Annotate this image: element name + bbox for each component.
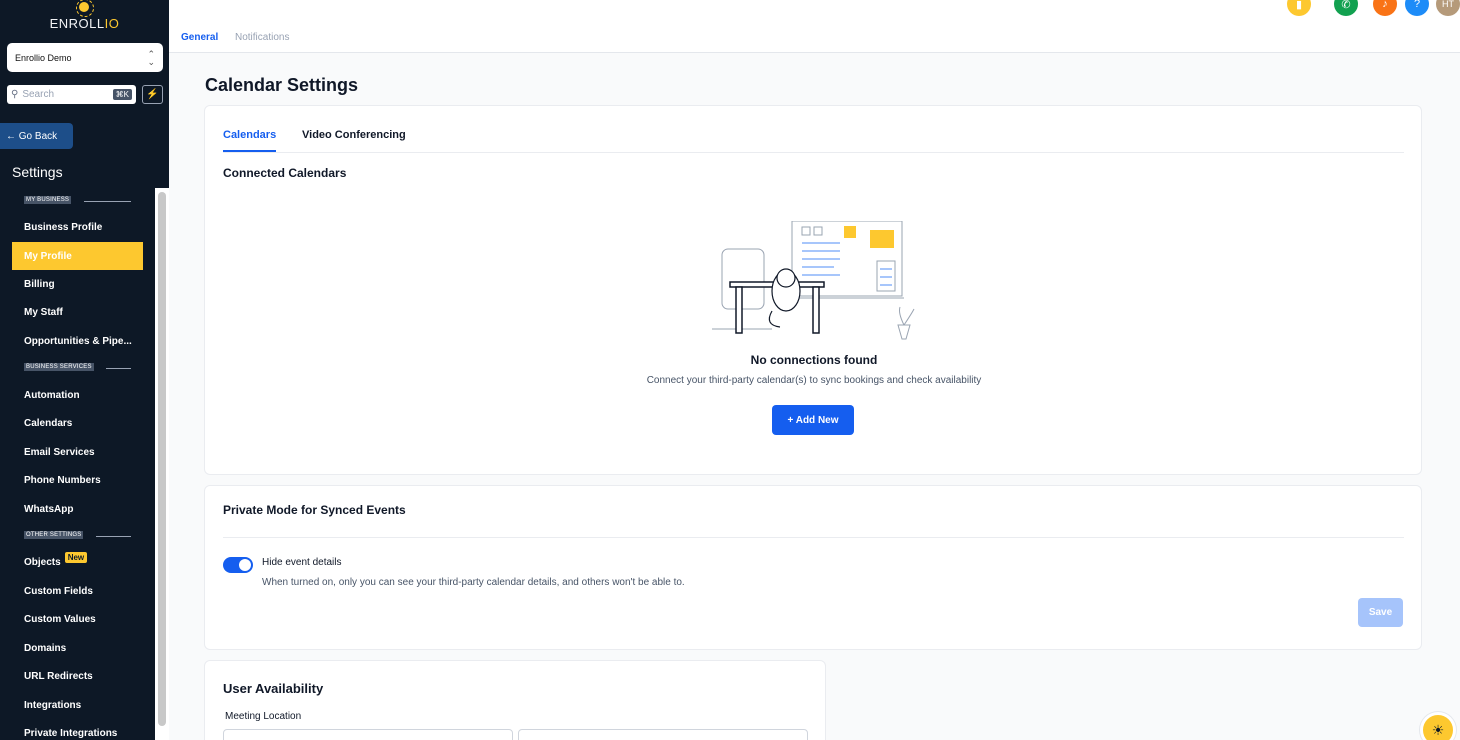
sidebar-item-label: Custom Fields	[24, 585, 93, 597]
sidebar-item-my-staff[interactable]: My Staff	[12, 298, 143, 326]
sidebar-item-label: Calendars	[24, 417, 73, 429]
sidebar-item-url-redirects[interactable]: URL Redirects	[12, 662, 143, 690]
tab-notifications[interactable]: Notifications	[235, 32, 289, 43]
sidebar-title: Settings	[12, 164, 63, 180]
notes-icon[interactable]: ▮	[1287, 0, 1311, 16]
hide-event-details-toggle[interactable]	[223, 557, 253, 573]
divider	[223, 537, 1404, 538]
section-other-settings: OTHER SETTINGS	[24, 531, 84, 539]
sidebar-item-my-profile[interactable]: My Profile	[12, 242, 143, 270]
account-switcher[interactable]: Enrollio Demo ⌃ ⌄	[7, 43, 163, 72]
toggle-description: When turned on, only you can see your th…	[262, 577, 685, 588]
calendar-tabs: Calendars Video Conferencing	[223, 106, 1404, 153]
avatar[interactable]: HT	[1436, 0, 1460, 16]
sidebar-item-private-integrations[interactable]: Private Integrations	[12, 719, 143, 740]
sidebar-item-billing[interactable]: Billing	[12, 270, 143, 298]
sidebar-item-email-services[interactable]: Email Services	[12, 438, 143, 466]
private-mode-heading: Private Mode for Synced Events	[223, 503, 406, 517]
chevron-updown-icon: ⌃ ⌄	[147, 48, 155, 67]
empty-state-description: Connect your third-party calendar(s) to …	[646, 375, 982, 386]
user-availability-card: User Availability Meeting Location	[204, 660, 826, 740]
connected-calendars-heading: Connected Calendars	[223, 166, 347, 180]
section-business-services: BUSINESS SERVICES	[24, 363, 94, 371]
user-availability-heading: User Availability	[223, 681, 324, 696]
sun-icon	[76, 0, 94, 17]
phone-icon[interactable]: ✆	[1334, 0, 1358, 16]
bell-icon[interactable]: ♪	[1373, 0, 1397, 16]
sidebar-item-label: Phone Numbers	[24, 474, 101, 486]
sidebar-item-label: Business Profile	[24, 221, 103, 233]
toggle-label: Hide event details	[262, 557, 342, 568]
account-name: Enrollio Demo	[15, 52, 72, 63]
search-placeholder: Search	[22, 89, 55, 100]
top-tabs: General Notifications	[169, 26, 1460, 53]
calendars-card: Calendars Video Conferencing Connected C…	[204, 105, 1422, 475]
empty-state-illustration	[712, 221, 915, 340]
go-back-button[interactable]: ← Go Back	[0, 123, 73, 149]
quick-action-button[interactable]: ⚡	[142, 85, 163, 104]
sidebar-item-label: Objects	[24, 556, 61, 568]
sidebar-item-domains[interactable]: Domains	[12, 634, 143, 662]
meeting-location-input[interactable]	[518, 729, 808, 740]
divider	[106, 368, 131, 369]
divider	[96, 536, 131, 537]
sidebar-item-label: URL Redirects	[24, 670, 93, 682]
lightbulb-icon: ☀	[1431, 721, 1445, 738]
save-button[interactable]: Save	[1358, 598, 1403, 627]
sidebar-item-opportunities[interactable]: Opportunities & Pipe...	[12, 327, 143, 355]
sidebar-item-objects[interactable]: Objects New	[12, 548, 143, 576]
brand-logo[interactable]: ENROLLIO	[0, 0, 169, 36]
sidebar-item-custom-values[interactable]: Custom Values	[12, 605, 143, 633]
help-icon[interactable]: ?	[1405, 0, 1429, 16]
search-shortcut: ⌘K	[112, 89, 132, 100]
sidebar-item-label: Billing	[24, 278, 55, 290]
search-input[interactable]: ⚲ Search ⌘K	[7, 85, 136, 104]
sidebar-item-label: Email Services	[24, 446, 95, 458]
bolt-icon: ⚡	[146, 89, 159, 100]
sidebar-item-business-profile[interactable]: Business Profile	[12, 213, 143, 241]
main-content: Calendar Settings Calendars Video Confer…	[169, 53, 1460, 740]
sidebar-item-label: Automation	[24, 389, 80, 401]
tab-calendars[interactable]: Calendars	[223, 129, 277, 152]
meeting-location-label: Meeting Location	[225, 711, 302, 722]
new-badge: New	[64, 551, 88, 563]
sidebar-item-label: My Staff	[24, 306, 63, 318]
sidebar-item-label: Domains	[24, 642, 67, 654]
add-new-button[interactable]: + Add New	[772, 405, 854, 435]
sidebar-item-automation[interactable]: Automation	[12, 381, 143, 409]
meeting-location-select[interactable]	[223, 729, 513, 740]
sidebar: ENROLLIO Enrollio Demo ⌃ ⌄ ⚲ Search ⌘K ⚡ …	[0, 0, 169, 740]
sidebar-item-calendars[interactable]: Calendars	[12, 409, 143, 437]
sidebar-item-phone-numbers[interactable]: Phone Numbers	[12, 466, 143, 494]
section-my-business: MY BUSINESS	[24, 196, 72, 204]
search-icon: ⚲	[11, 89, 19, 100]
sidebar-item-label: WhatsApp	[24, 503, 74, 515]
private-mode-card: Private Mode for Synced Events Hide even…	[204, 485, 1422, 650]
sidebar-item-label: My Profile	[24, 250, 72, 262]
sidebar-item-label: Custom Values	[24, 613, 96, 625]
empty-state-title: No connections found	[750, 353, 878, 367]
sidebar-item-label: Private Integrations	[24, 727, 118, 739]
divider	[84, 201, 131, 202]
sidebar-item-whatsapp[interactable]: WhatsApp	[12, 495, 143, 523]
sidebar-scrollbar[interactable]	[158, 192, 166, 726]
sidebar-item-label: Opportunities & Pipe...	[24, 335, 132, 347]
sidebar-item-integrations[interactable]: Integrations	[12, 691, 143, 719]
sidebar-item-label: Integrations	[24, 699, 82, 711]
lightbulb-help-button[interactable]: ☀	[1420, 712, 1456, 740]
tab-video-conferencing[interactable]: Video Conferencing	[302, 129, 406, 141]
tab-general[interactable]: General	[181, 32, 218, 43]
page-title: Calendar Settings	[205, 75, 359, 95]
brand-name: ENROLLIO	[49, 16, 120, 31]
app: ENROLLIO Enrollio Demo ⌃ ⌄ ⚲ Search ⌘K ⚡ …	[0, 0, 1460, 740]
sidebar-item-custom-fields[interactable]: Custom Fields	[12, 577, 143, 605]
toggle-knob	[239, 559, 251, 571]
